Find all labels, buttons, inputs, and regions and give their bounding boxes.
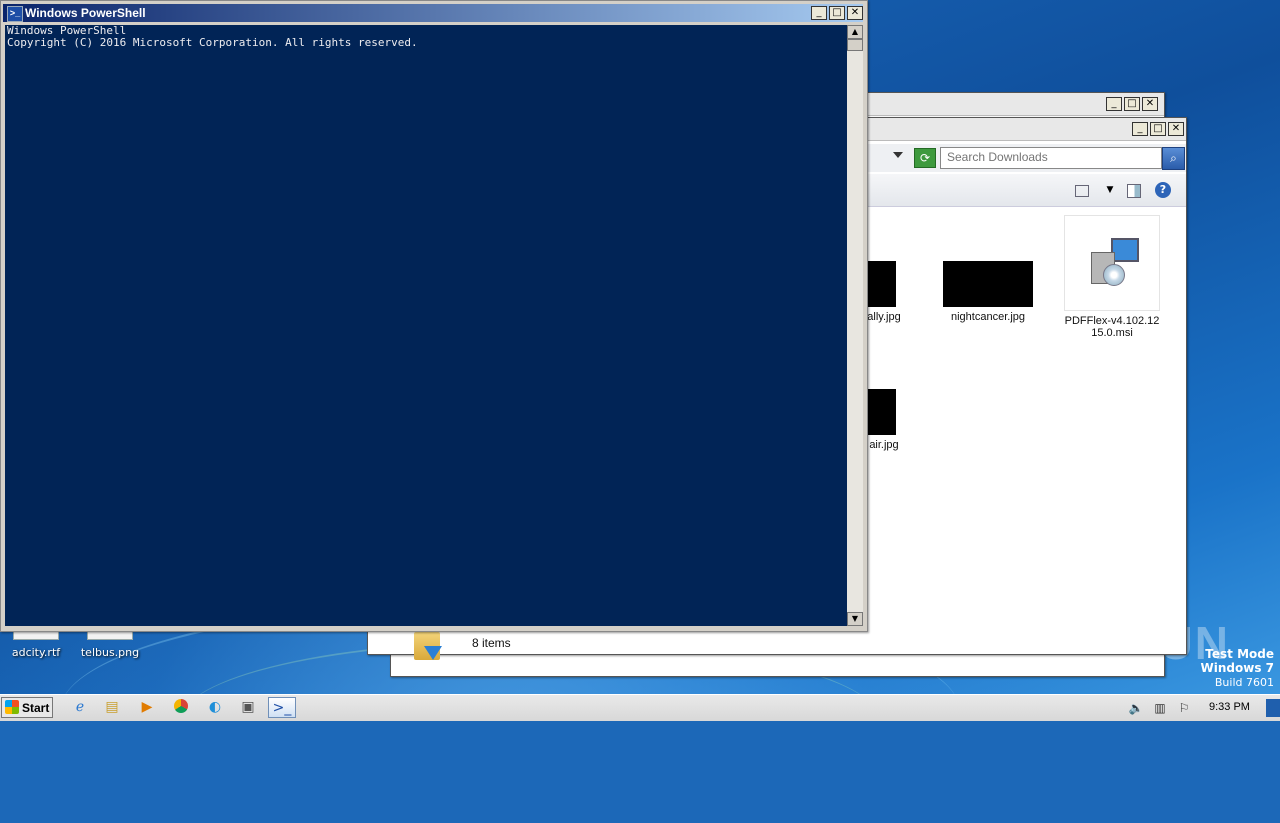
window-controls: _ □ ✕ [1106, 97, 1158, 111]
window-controls: _ □ ✕ [811, 6, 863, 20]
help-icon[interactable]: ? [1155, 182, 1171, 198]
console-line: Copyright (C) 2016 Microsoft Corporation… [7, 36, 418, 49]
clock[interactable]: 9:33 PM [1209, 701, 1250, 713]
explorer-folder-icon[interactable]: ▤ [98, 697, 126, 718]
preview-pane-icon[interactable] [1127, 184, 1141, 198]
close-button[interactable]: ✕ [847, 6, 863, 20]
minimize-button[interactable]: _ [811, 6, 827, 20]
scroll-up-button[interactable]: ▲ [847, 25, 863, 39]
window-controls: _ □ ✕ [1132, 122, 1184, 136]
windows-logo-icon [5, 700, 19, 714]
test-mode-line2: Windows 7 [1200, 661, 1274, 675]
item-count: 8 items [472, 636, 511, 650]
test-mode-line1: Test Mode [1205, 647, 1274, 661]
powershell-taskbar-button[interactable]: >_ [268, 697, 296, 718]
image-thumbnail [943, 261, 1033, 307]
action-center-flag-icon[interactable]: ⚐ [1176, 700, 1192, 716]
chrome-icon[interactable] [167, 697, 195, 718]
disc-icon [1103, 264, 1125, 286]
desktop-icon-label: adcity.rtf [11, 646, 61, 659]
close-button[interactable]: ✕ [1168, 122, 1184, 136]
console-output[interactable]: Windows PowerShell Copyright (C) 2016 Mic… [5, 25, 847, 626]
search-icon[interactable]: ⌕ [1162, 147, 1185, 170]
powershell-icon: >_ [7, 6, 23, 22]
monitor-icon [1111, 238, 1139, 262]
volume-icon[interactable]: 🔈 [1128, 700, 1144, 716]
window-title: Windows PowerShell [25, 6, 146, 20]
vertical-scrollbar[interactable]: ▲ ▼ [847, 25, 863, 626]
file-item[interactable]: nightcancer.jpg [938, 261, 1038, 323]
window-titlebar[interactable]: >_ Windows PowerShell [3, 4, 863, 22]
search-box[interactable] [940, 147, 1162, 169]
minimize-button[interactable]: _ [1132, 122, 1148, 136]
taskbar: Start ℯ ▤ ▶ ◐ ▣ >_ 🔈 ▥ ⚐ 9:33 PM [0, 694, 1280, 721]
test-mode-line3: Build 7601 [1214, 676, 1274, 689]
desktop-icon-label: telbus.png [80, 646, 140, 659]
powershell-window[interactable]: >_ Windows PowerShell _ □ ✕ Windows Powe… [0, 0, 868, 632]
file-name-line1: PDFFlex-v4.102.12 [1064, 315, 1160, 327]
close-button[interactable]: ✕ [1142, 97, 1158, 111]
search-input[interactable] [941, 148, 1157, 166]
installer-icon[interactable]: ▣ [234, 697, 262, 718]
change-view-icon[interactable] [1075, 185, 1089, 197]
show-desktop-button[interactable] [1266, 699, 1280, 717]
start-label: Start [22, 701, 50, 715]
scroll-down-button[interactable]: ▼ [847, 612, 863, 626]
file-item[interactable]: PDFFlex-v4.102.12 15.0.msi [1062, 215, 1162, 339]
view-options-chevron-icon[interactable]: ▼ [1102, 182, 1118, 198]
msi-installer-icon [1064, 215, 1160, 311]
downloads-folder-icon [414, 632, 444, 664]
maximize-button[interactable]: □ [1124, 97, 1140, 111]
minimize-button[interactable]: _ [1106, 97, 1122, 111]
ie-icon[interactable]: ℯ [66, 697, 94, 718]
maximize-button[interactable]: □ [829, 6, 845, 20]
file-name-line2: 15.0.msi [1091, 327, 1133, 339]
maximize-button[interactable]: □ [1150, 122, 1166, 136]
network-icon[interactable]: ▥ [1152, 700, 1168, 716]
file-name: nightcancer.jpg [951, 311, 1025, 323]
refresh-button[interactable]: ⟳ [914, 148, 936, 168]
test-mode-notice: Test Mode Windows 7 Build 7601 [1201, 647, 1274, 690]
start-button[interactable]: Start [1, 697, 53, 718]
edge-icon[interactable]: ◐ [201, 697, 229, 718]
address-dropdown-icon[interactable] [893, 152, 903, 158]
scroll-thumb[interactable] [847, 39, 863, 51]
media-player-icon[interactable]: ▶ [133, 697, 161, 718]
